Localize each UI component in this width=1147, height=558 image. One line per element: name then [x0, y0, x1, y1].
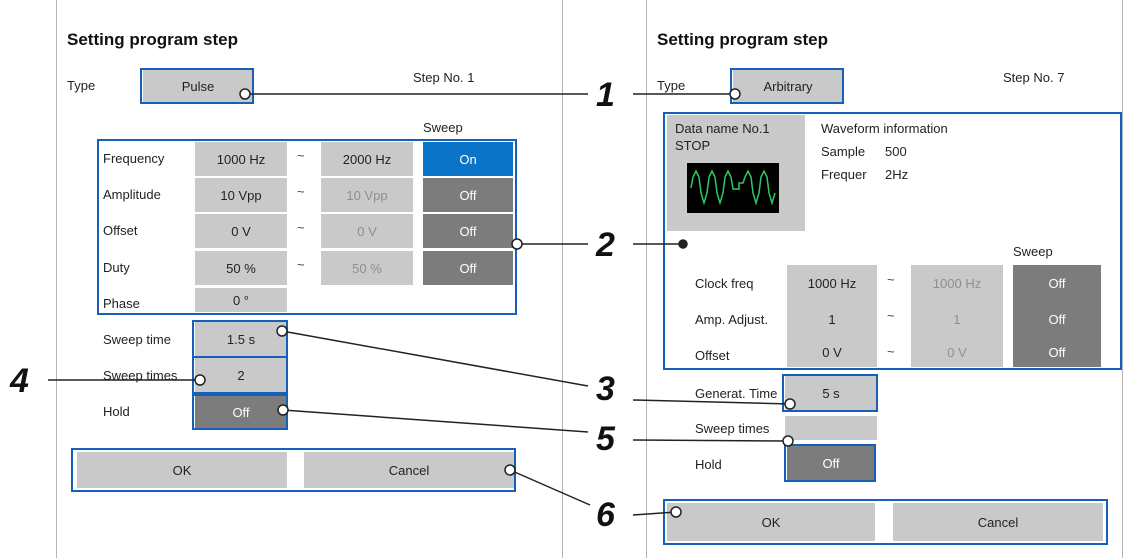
left-hold-label: Hold: [103, 404, 130, 419]
left-hold-highlight: [192, 394, 288, 430]
right-step-no: Step No. 7: [1003, 70, 1065, 85]
left-sweep-time-label: Sweep time: [103, 332, 171, 347]
left-step-no: Step No. 1: [413, 70, 475, 85]
right-type-highlight: [730, 68, 844, 104]
left-type-highlight: [140, 68, 254, 104]
left-sweep-time-highlight: [192, 320, 288, 358]
callout-6: 6: [596, 496, 615, 534]
right-hold-label: Hold: [695, 457, 722, 472]
left-buttons-highlight: [71, 448, 516, 492]
right-gen-time-highlight: [782, 374, 878, 412]
callout-3: 3: [596, 370, 615, 408]
callout-5: 5: [596, 420, 615, 458]
left-parameters-highlight: [97, 139, 517, 315]
right-parameters-highlight: [663, 112, 1122, 370]
right-sweep-times-label: Sweep times: [695, 421, 770, 436]
callout-4: 4: [10, 362, 29, 400]
left-sweep-times-highlight: [192, 356, 288, 394]
right-buttons-highlight: [663, 499, 1108, 545]
callout-1: 1: [596, 76, 615, 114]
left-sweep-header: Sweep: [423, 120, 463, 135]
right-gen-time-label: Generat. Time: [695, 386, 778, 401]
callout-2: 2: [596, 226, 615, 264]
left-type-label: Type: [67, 78, 96, 93]
right-sweep-times-field: [785, 416, 877, 440]
left-dialog-title: Setting program step: [67, 30, 238, 49]
right-type-label: Type: [657, 78, 686, 93]
left-sweep-times-label: Sweep times: [103, 368, 178, 383]
right-dialog-title: Setting program step: [657, 30, 828, 49]
right-hold-highlight: [784, 444, 876, 482]
